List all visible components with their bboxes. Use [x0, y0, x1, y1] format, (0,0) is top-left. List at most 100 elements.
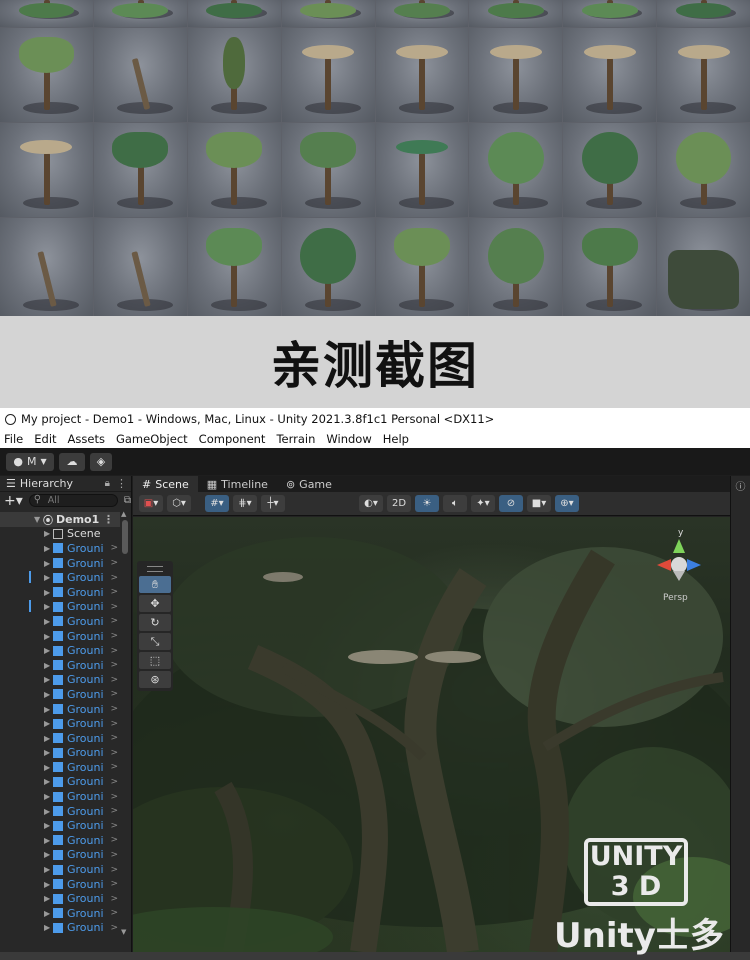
- chevron-right-icon[interactable]: >: [110, 806, 118, 816]
- toggle-2d-button[interactable]: 2D: [387, 495, 411, 512]
- expand-arrow-icon[interactable]: ▶: [44, 559, 53, 568]
- chevron-right-icon[interactable]: >: [110, 879, 118, 889]
- hierarchy-item-scene[interactable]: ▶ Scene: [0, 527, 120, 542]
- expand-arrow-icon[interactable]: ▶: [44, 909, 53, 918]
- expand-arrow-icon[interactable]: ▶: [44, 544, 53, 553]
- chevron-right-icon[interactable]: >: [110, 821, 118, 831]
- scrollbar-thumb[interactable]: [122, 520, 128, 554]
- rotate-tool-button[interactable]: ↻: [139, 614, 171, 631]
- hand-tool-button[interactable]: ✋︎: [139, 576, 171, 593]
- chevron-right-icon[interactable]: >: [110, 558, 118, 568]
- snap-increment-button[interactable]: ⋕ ▾: [233, 495, 257, 512]
- expand-arrow-icon[interactable]: ▶: [44, 705, 53, 714]
- hierarchy-item[interactable]: ▶ Grouni >: [0, 921, 120, 936]
- hierarchy-item[interactable]: ▶ Grouni >: [0, 702, 120, 717]
- account-button[interactable]: ● M ▼: [6, 452, 54, 471]
- expand-arrow-icon[interactable]: ▶: [44, 763, 53, 772]
- expand-arrow-icon[interactable]: ▶: [44, 807, 53, 816]
- hierarchy-item[interactable]: ▶ Grouni >: [0, 658, 120, 673]
- expand-arrow-icon[interactable]: ▶: [44, 923, 53, 932]
- hierarchy-item[interactable]: ▶ Grouni >: [0, 818, 120, 833]
- chevron-right-icon[interactable]: >: [110, 777, 118, 787]
- hierarchy-item[interactable]: ▶ Grouni >: [0, 643, 120, 658]
- scene-gizmo[interactable]: y Persp: [649, 525, 723, 617]
- expand-arrow-icon[interactable]: ▶: [44, 880, 53, 889]
- hierarchy-item[interactable]: ▶ Grouni >: [0, 600, 120, 615]
- kebab-menu-icon[interactable]: ⋮: [116, 477, 127, 490]
- chevron-right-icon[interactable]: >: [110, 631, 118, 641]
- rect-tool-button[interactable]: ⬚: [139, 652, 171, 669]
- chevron-right-icon[interactable]: >: [110, 719, 118, 729]
- tab-game[interactable]: ⊚ Game: [277, 476, 341, 492]
- hierarchy-item[interactable]: ▶ Grouni >: [0, 673, 120, 688]
- scroll-up-icon[interactable]: ▲: [121, 510, 126, 518]
- hierarchy-item[interactable]: ▶ Grouni >: [0, 585, 120, 600]
- menu-assets[interactable]: Assets: [68, 432, 105, 446]
- tool-palette-handle[interactable]: [147, 566, 163, 572]
- hierarchy-item[interactable]: ▶ Grouni >: [0, 570, 120, 585]
- chevron-right-icon[interactable]: >: [110, 894, 118, 904]
- hierarchy-item[interactable]: ▶ Grouni >: [0, 891, 120, 906]
- expand-arrow-icon[interactable]: ▶: [44, 734, 53, 743]
- add-button[interactable]: +▾: [4, 494, 23, 508]
- expand-arrow-icon[interactable]: ▶: [44, 573, 53, 582]
- chevron-right-icon[interactable]: >: [110, 748, 118, 758]
- expand-arrow-icon[interactable]: ▶: [44, 748, 53, 757]
- hierarchy-item[interactable]: ▶ Grouni >: [0, 556, 120, 571]
- chevron-right-icon[interactable]: >: [110, 850, 118, 860]
- chevron-right-icon[interactable]: >: [110, 835, 118, 845]
- menu-terrain[interactable]: Terrain: [276, 432, 315, 446]
- expand-arrow-icon[interactable]: ▶: [44, 894, 53, 903]
- expand-arrow-icon[interactable]: ▶: [44, 602, 53, 611]
- gizmos-button[interactable]: ⊕ ▾: [555, 495, 579, 512]
- menu-component[interactable]: Component: [199, 432, 266, 446]
- chevron-right-icon[interactable]: >: [110, 587, 118, 597]
- chevron-right-icon[interactable]: >: [110, 733, 118, 743]
- hierarchy-item[interactable]: ▶ Grouni >: [0, 541, 120, 556]
- move-tool-button[interactable]: ✥: [139, 595, 171, 612]
- tab-hierarchy[interactable]: ☰ Hierarchy 🔒︎ ⋮: [0, 476, 131, 492]
- collab-button[interactable]: ◈: [90, 452, 112, 471]
- incremental-snap-button[interactable]: ┼ ▾: [261, 495, 285, 512]
- chevron-right-icon[interactable]: >: [110, 689, 118, 699]
- hierarchy-root-demo1[interactable]: ▼ ⦿ Demo1 ⋮: [0, 512, 120, 527]
- expand-arrow-icon[interactable]: ▶: [44, 792, 53, 801]
- scene-visibility-icon[interactable]: ⧉: [124, 495, 131, 506]
- expand-arrow-icon[interactable]: ▶: [44, 821, 53, 830]
- chevron-right-icon[interactable]: >: [110, 675, 118, 685]
- hierarchy-item[interactable]: ▶ Grouni >: [0, 731, 120, 746]
- chevron-right-icon[interactable]: >: [110, 616, 118, 626]
- hierarchy-item[interactable]: ▶ Grouni >: [0, 862, 120, 877]
- expand-arrow-icon[interactable]: ▶: [44, 617, 53, 626]
- chevron-right-icon[interactable]: >: [110, 704, 118, 714]
- chevron-right-icon[interactable]: >: [110, 543, 118, 553]
- chevron-right-icon[interactable]: >: [110, 762, 118, 772]
- chevron-right-icon[interactable]: >: [110, 908, 118, 918]
- hierarchy-item[interactable]: ▶ Grouni >: [0, 746, 120, 761]
- expand-arrow-icon[interactable]: ▼: [34, 515, 43, 524]
- hierarchy-item[interactable]: ▶ Grouni >: [0, 848, 120, 863]
- hierarchy-item[interactable]: ▶ Grouni >: [0, 775, 120, 790]
- expand-arrow-icon[interactable]: ▶: [44, 690, 53, 699]
- chevron-right-icon[interactable]: >: [110, 923, 118, 933]
- expand-arrow-icon[interactable]: ▶: [44, 675, 53, 684]
- hierarchy-item[interactable]: ▶ Grouni >: [0, 716, 120, 731]
- expand-arrow-icon[interactable]: ▶: [44, 529, 53, 538]
- hierarchy-item[interactable]: ▶ Grouni >: [0, 877, 120, 892]
- tab-timeline[interactable]: ▦ Timeline: [198, 476, 277, 492]
- expand-arrow-icon[interactable]: ▶: [44, 646, 53, 655]
- effects-button[interactable]: ✦ ▾: [471, 495, 495, 512]
- menu-window[interactable]: Window: [326, 432, 371, 446]
- menu-help[interactable]: Help: [383, 432, 409, 446]
- chevron-right-icon[interactable]: >: [110, 792, 118, 802]
- transform-tool-button[interactable]: ⊛: [139, 671, 171, 688]
- expand-arrow-icon[interactable]: ▶: [44, 777, 53, 786]
- hierarchy-item[interactable]: ▶ Grouni >: [0, 614, 120, 629]
- expand-arrow-icon[interactable]: ▶: [44, 850, 53, 859]
- scroll-down-icon[interactable]: ▼: [121, 928, 126, 936]
- lock-icon[interactable]: 🔒︎: [105, 478, 110, 489]
- lighting-toggle[interactable]: ☀: [415, 495, 439, 512]
- chevron-right-icon[interactable]: >: [110, 646, 118, 656]
- tab-scene[interactable]: # Scene: [133, 476, 198, 492]
- menu-file[interactable]: File: [4, 432, 23, 446]
